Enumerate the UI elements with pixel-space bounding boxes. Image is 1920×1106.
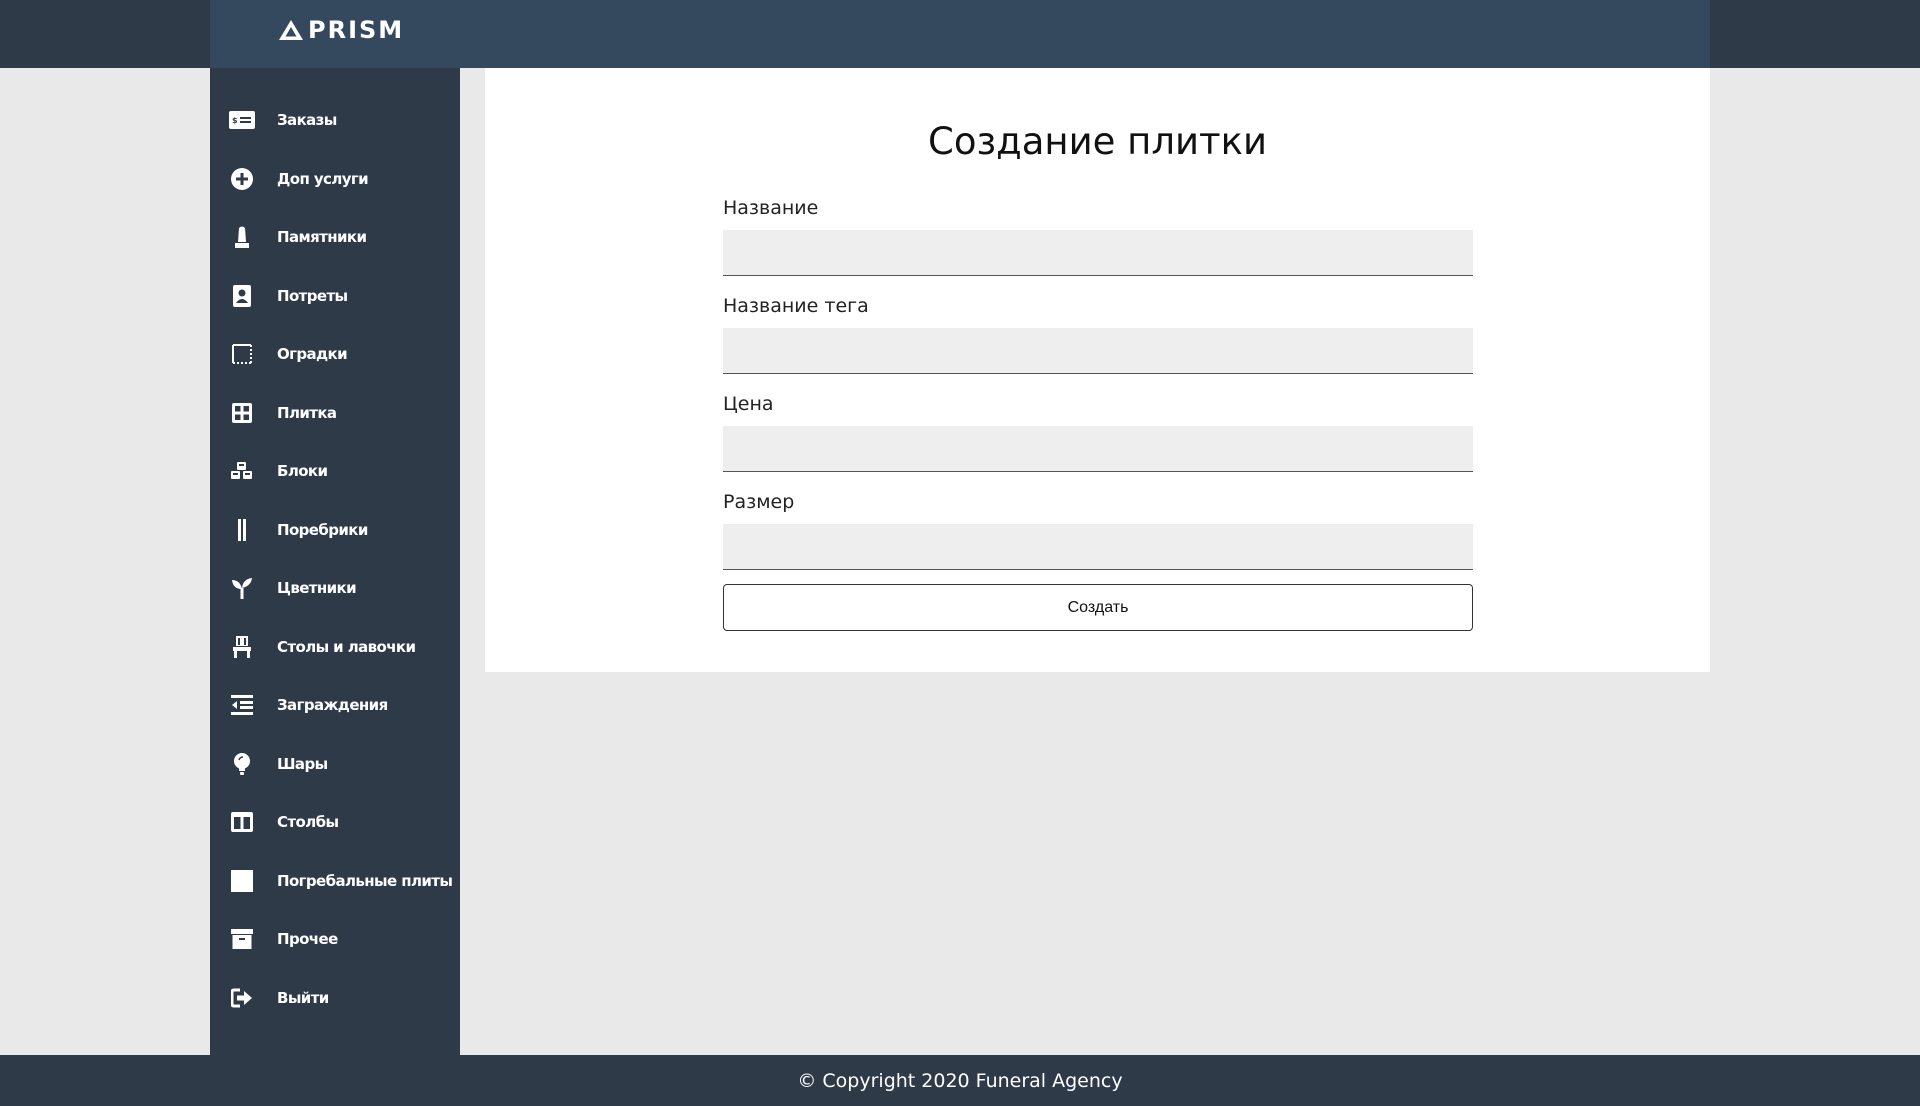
grid-tile-icon: [229, 400, 255, 426]
sidebar-item-extra-services[interactable]: Доп услуги: [210, 150, 460, 209]
sidebar-item-monuments[interactable]: Памятники: [210, 208, 460, 267]
sidebar: $ Заказы Доп услуги Памятники Потреты Ог…: [210, 68, 460, 1055]
plus-circle-icon: [229, 166, 255, 192]
archive-box-icon: [229, 926, 255, 952]
sidebar-item-label: Выйти: [277, 988, 329, 1007]
sidebar-item-blocks[interactable]: Блоки: [210, 442, 460, 501]
sidebar-item-curbs[interactable]: Поребрики: [210, 501, 460, 560]
sidebar-item-label: Столбы: [277, 813, 339, 832]
cubes-icon: [229, 458, 255, 484]
seedling-icon: [229, 575, 255, 601]
sidebar-item-label: Памятники: [277, 228, 367, 247]
sidebar-item-label: Шары: [277, 754, 328, 773]
sidebar-item-fences[interactable]: Оградки: [210, 325, 460, 384]
triangle-logo-icon: [278, 19, 304, 41]
name-label: Название: [723, 197, 819, 219]
columns-icon: [229, 809, 255, 835]
sidebar-item-pillars[interactable]: Столбы: [210, 793, 460, 852]
svg-text:$: $: [232, 116, 238, 125]
sidebar-item-barriers[interactable]: Заграждения: [210, 676, 460, 735]
sidebar-item-label: Столы и лавочки: [277, 637, 416, 656]
sidebar-item-logout[interactable]: Выйти: [210, 969, 460, 1028]
chair-icon: [229, 634, 255, 660]
sidebar-item-label: Поребрики: [277, 520, 368, 539]
portrait-icon: [229, 283, 255, 309]
brand-logo[interactable]: PRISM: [278, 16, 404, 44]
sidebar-item-label: Плитка: [277, 403, 337, 422]
size-label: Размер: [723, 491, 795, 513]
sidebar-item-label: Потреты: [277, 286, 348, 305]
sidebar-item-burial-slabs[interactable]: Погребальные плиты: [210, 852, 460, 911]
tag-name-input[interactable]: [723, 328, 1473, 374]
sidebar-item-other[interactable]: Прочее: [210, 910, 460, 969]
top-bar: PRISM: [0, 0, 1920, 68]
sidebar-item-label: Заказы: [277, 111, 337, 130]
fence-square-icon: [229, 341, 255, 367]
sidebar-item-label: Блоки: [277, 462, 328, 481]
indent-list-icon: [229, 692, 255, 718]
price-input[interactable]: [723, 426, 1473, 472]
sign-out-icon: [229, 985, 255, 1011]
sidebar-item-tiles[interactable]: Плитка: [210, 384, 460, 443]
sidebar-item-label: Заграждения: [277, 696, 388, 715]
brand-name: PRISM: [308, 16, 405, 44]
price-label: Цена: [723, 393, 774, 415]
sidebar-item-portraits[interactable]: Потреты: [210, 267, 460, 326]
sidebar-item-flowerbeds[interactable]: Цветники: [210, 559, 460, 618]
money-card-icon: $: [229, 107, 255, 133]
sidebar-item-balls[interactable]: Шары: [210, 735, 460, 794]
page-title: Создание плитки: [928, 120, 1267, 163]
tag-name-label: Название тега: [723, 295, 869, 317]
footer: © Copyright 2020 Funeral Agency: [0, 1055, 1920, 1106]
sidebar-item-label: Оградки: [277, 345, 348, 364]
sidebar-item-label: Доп услуги: [277, 169, 369, 188]
copyright-text: © Copyright 2020 Funeral Agency: [797, 1069, 1123, 1092]
header-container: PRISM: [210, 0, 1710, 68]
name-input[interactable]: [723, 230, 1473, 276]
main-panel: Создание плитки Название Название тега Ц…: [485, 68, 1710, 672]
create-button[interactable]: Создать: [723, 584, 1473, 631]
sidebar-item-label: Погребальные плиты: [277, 871, 453, 890]
lightbulb-icon: [229, 751, 255, 777]
square-slab-icon: [229, 868, 255, 894]
sidebar-item-orders[interactable]: $ Заказы: [210, 91, 460, 150]
sidebar-item-label: Прочее: [277, 930, 338, 949]
monument-icon: [229, 224, 255, 250]
vertical-bars-icon: [229, 517, 255, 543]
sidebar-item-label: Цветники: [277, 579, 357, 598]
size-input[interactable]: [723, 524, 1473, 570]
sidebar-item-tables-benches[interactable]: Столы и лавочки: [210, 618, 460, 677]
create-tile-form: Название Название тега Цена Размер Созда…: [723, 196, 1473, 631]
